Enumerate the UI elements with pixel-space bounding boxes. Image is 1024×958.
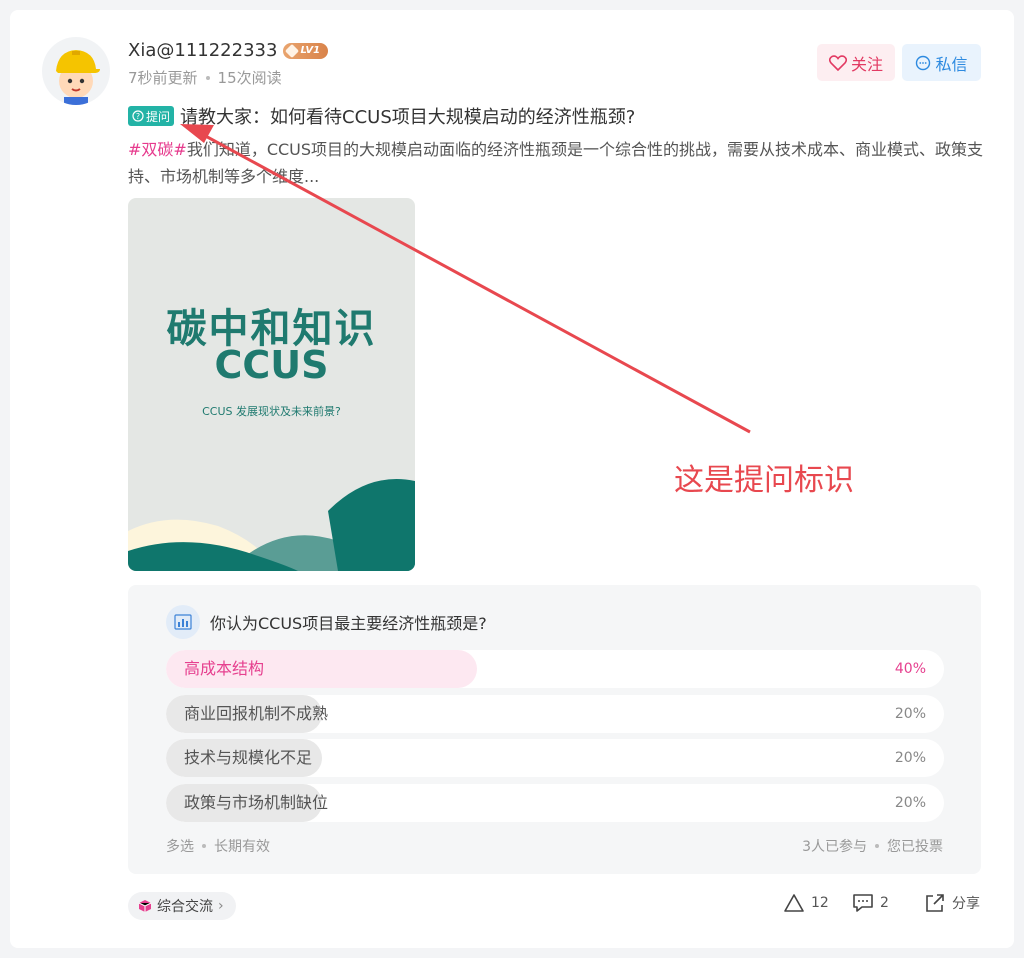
poll-option-label: 技术与规模化不足	[184, 748, 313, 767]
question-circle-icon: ?	[132, 110, 144, 122]
poll-question-row: 你认为CCUS项目最主要经济性瓶颈是?	[166, 605, 487, 639]
poll-validity: 长期有效	[214, 839, 270, 855]
comment-icon	[853, 894, 873, 912]
poll-option[interactable]: 技术与规模化不足 20%	[166, 739, 944, 777]
cube-icon	[138, 900, 152, 912]
svg-text:?: ?	[136, 112, 140, 121]
avatar[interactable]	[42, 37, 110, 105]
question-tag-label: 提问	[146, 109, 171, 124]
cover-subtitle: CCUS	[214, 343, 329, 387]
level-badge: LV1	[283, 42, 329, 59]
poll-participants: 3人已参与	[802, 839, 867, 855]
message-label: 私信	[935, 54, 968, 74]
poll-option-label: 政策与市场机制缺位	[184, 793, 329, 812]
chevron-right-icon: ›	[218, 898, 224, 914]
poll-voted-status: 您已投票	[887, 839, 943, 855]
share-icon	[926, 894, 944, 912]
separator-dot	[205, 75, 210, 80]
poll-option-label: 高成本结构	[184, 659, 265, 678]
poll-option-percent: 20%	[894, 750, 926, 766]
poll-option-label: 商业回报机制不成熟	[184, 704, 329, 723]
poll-mode: 多选	[166, 839, 194, 855]
cover-caption: CCUS 发展现状及未来前景?	[202, 405, 341, 418]
post-meta: 7秒前更新 15次阅读	[128, 67, 282, 88]
bar-chart-icon	[166, 605, 200, 639]
like-count: 12	[811, 895, 829, 911]
like-button[interactable]: 12	[783, 893, 829, 913]
poll-option[interactable]: 商业回报机制不成熟 20%	[166, 695, 944, 733]
separator-dot	[202, 844, 206, 848]
read-count: 15次阅读	[217, 69, 282, 87]
question-tag: ? 提问	[128, 106, 175, 126]
poll-option[interactable]: 政策与市场机制缺位 20%	[166, 784, 944, 822]
poll-option-percent: 20%	[894, 795, 926, 811]
poll-footer-left: 多选 长期有效	[166, 836, 270, 856]
post-cover-image[interactable]: 碳中和知识 CCUS CCUS 发展现状及未来前景?	[128, 198, 415, 571]
poll-question: 你认为CCUS项目最主要经济性瓶颈是?	[210, 614, 487, 633]
post-title: 请教大家：如何看待CCUS项目大规模启动的经济性瓶颈?	[180, 107, 636, 128]
post-title-row[interactable]: ? 提问 请教大家：如何看待CCUS项目大规模启动的经济性瓶颈?	[128, 103, 635, 129]
share-button[interactable]: 分享	[924, 893, 980, 913]
follow-label: 关注	[850, 54, 883, 74]
poll-option[interactable]: 高成本结构 40%	[166, 650, 944, 688]
message-button[interactable]: 私信	[902, 44, 981, 81]
poll-option-percent: 40%	[894, 661, 926, 677]
update-time: 7秒前更新	[128, 69, 198, 87]
cover-hills	[128, 479, 415, 571]
poll-footer-right: 3人已参与 您已投票	[802, 836, 943, 856]
gem-icon	[285, 43, 300, 58]
post-excerpt[interactable]: #双碳#我们知道，CCUS项目的大规模启动面临的经济性瓶颈是一个综合性的挑战，需…	[128, 136, 984, 190]
topic-label: 综合交流	[157, 899, 213, 915]
username-row: Xia@111222333 LV1	[128, 40, 329, 61]
annotation-label: 这是提问标识	[674, 463, 854, 498]
separator-dot	[875, 844, 879, 848]
triangle-up-icon	[784, 894, 804, 912]
hashtag-link[interactable]: #双碳#	[128, 140, 187, 159]
topic-chip[interactable]: 综合交流 ›	[128, 892, 236, 920]
comment-count: 2	[880, 895, 889, 911]
chat-bubble-icon	[916, 55, 931, 70]
poll-card: 你认为CCUS项目最主要经济性瓶颈是? 高成本结构 40% 商业回报机制不成熟 …	[128, 585, 981, 874]
share-label: 分享	[952, 896, 980, 912]
poll-option-percent: 20%	[894, 706, 926, 722]
follow-button[interactable]: 关注	[817, 44, 895, 81]
comment-button[interactable]: 2	[852, 893, 889, 913]
heart-icon	[828, 54, 847, 71]
excerpt-text: 我们知道，CCUS项目的大规模启动面临的经济性瓶颈是一个综合性的挑战，需要从技术…	[128, 140, 984, 186]
level-text: LV1	[300, 45, 321, 56]
username[interactable]: Xia@111222333	[128, 40, 277, 61]
